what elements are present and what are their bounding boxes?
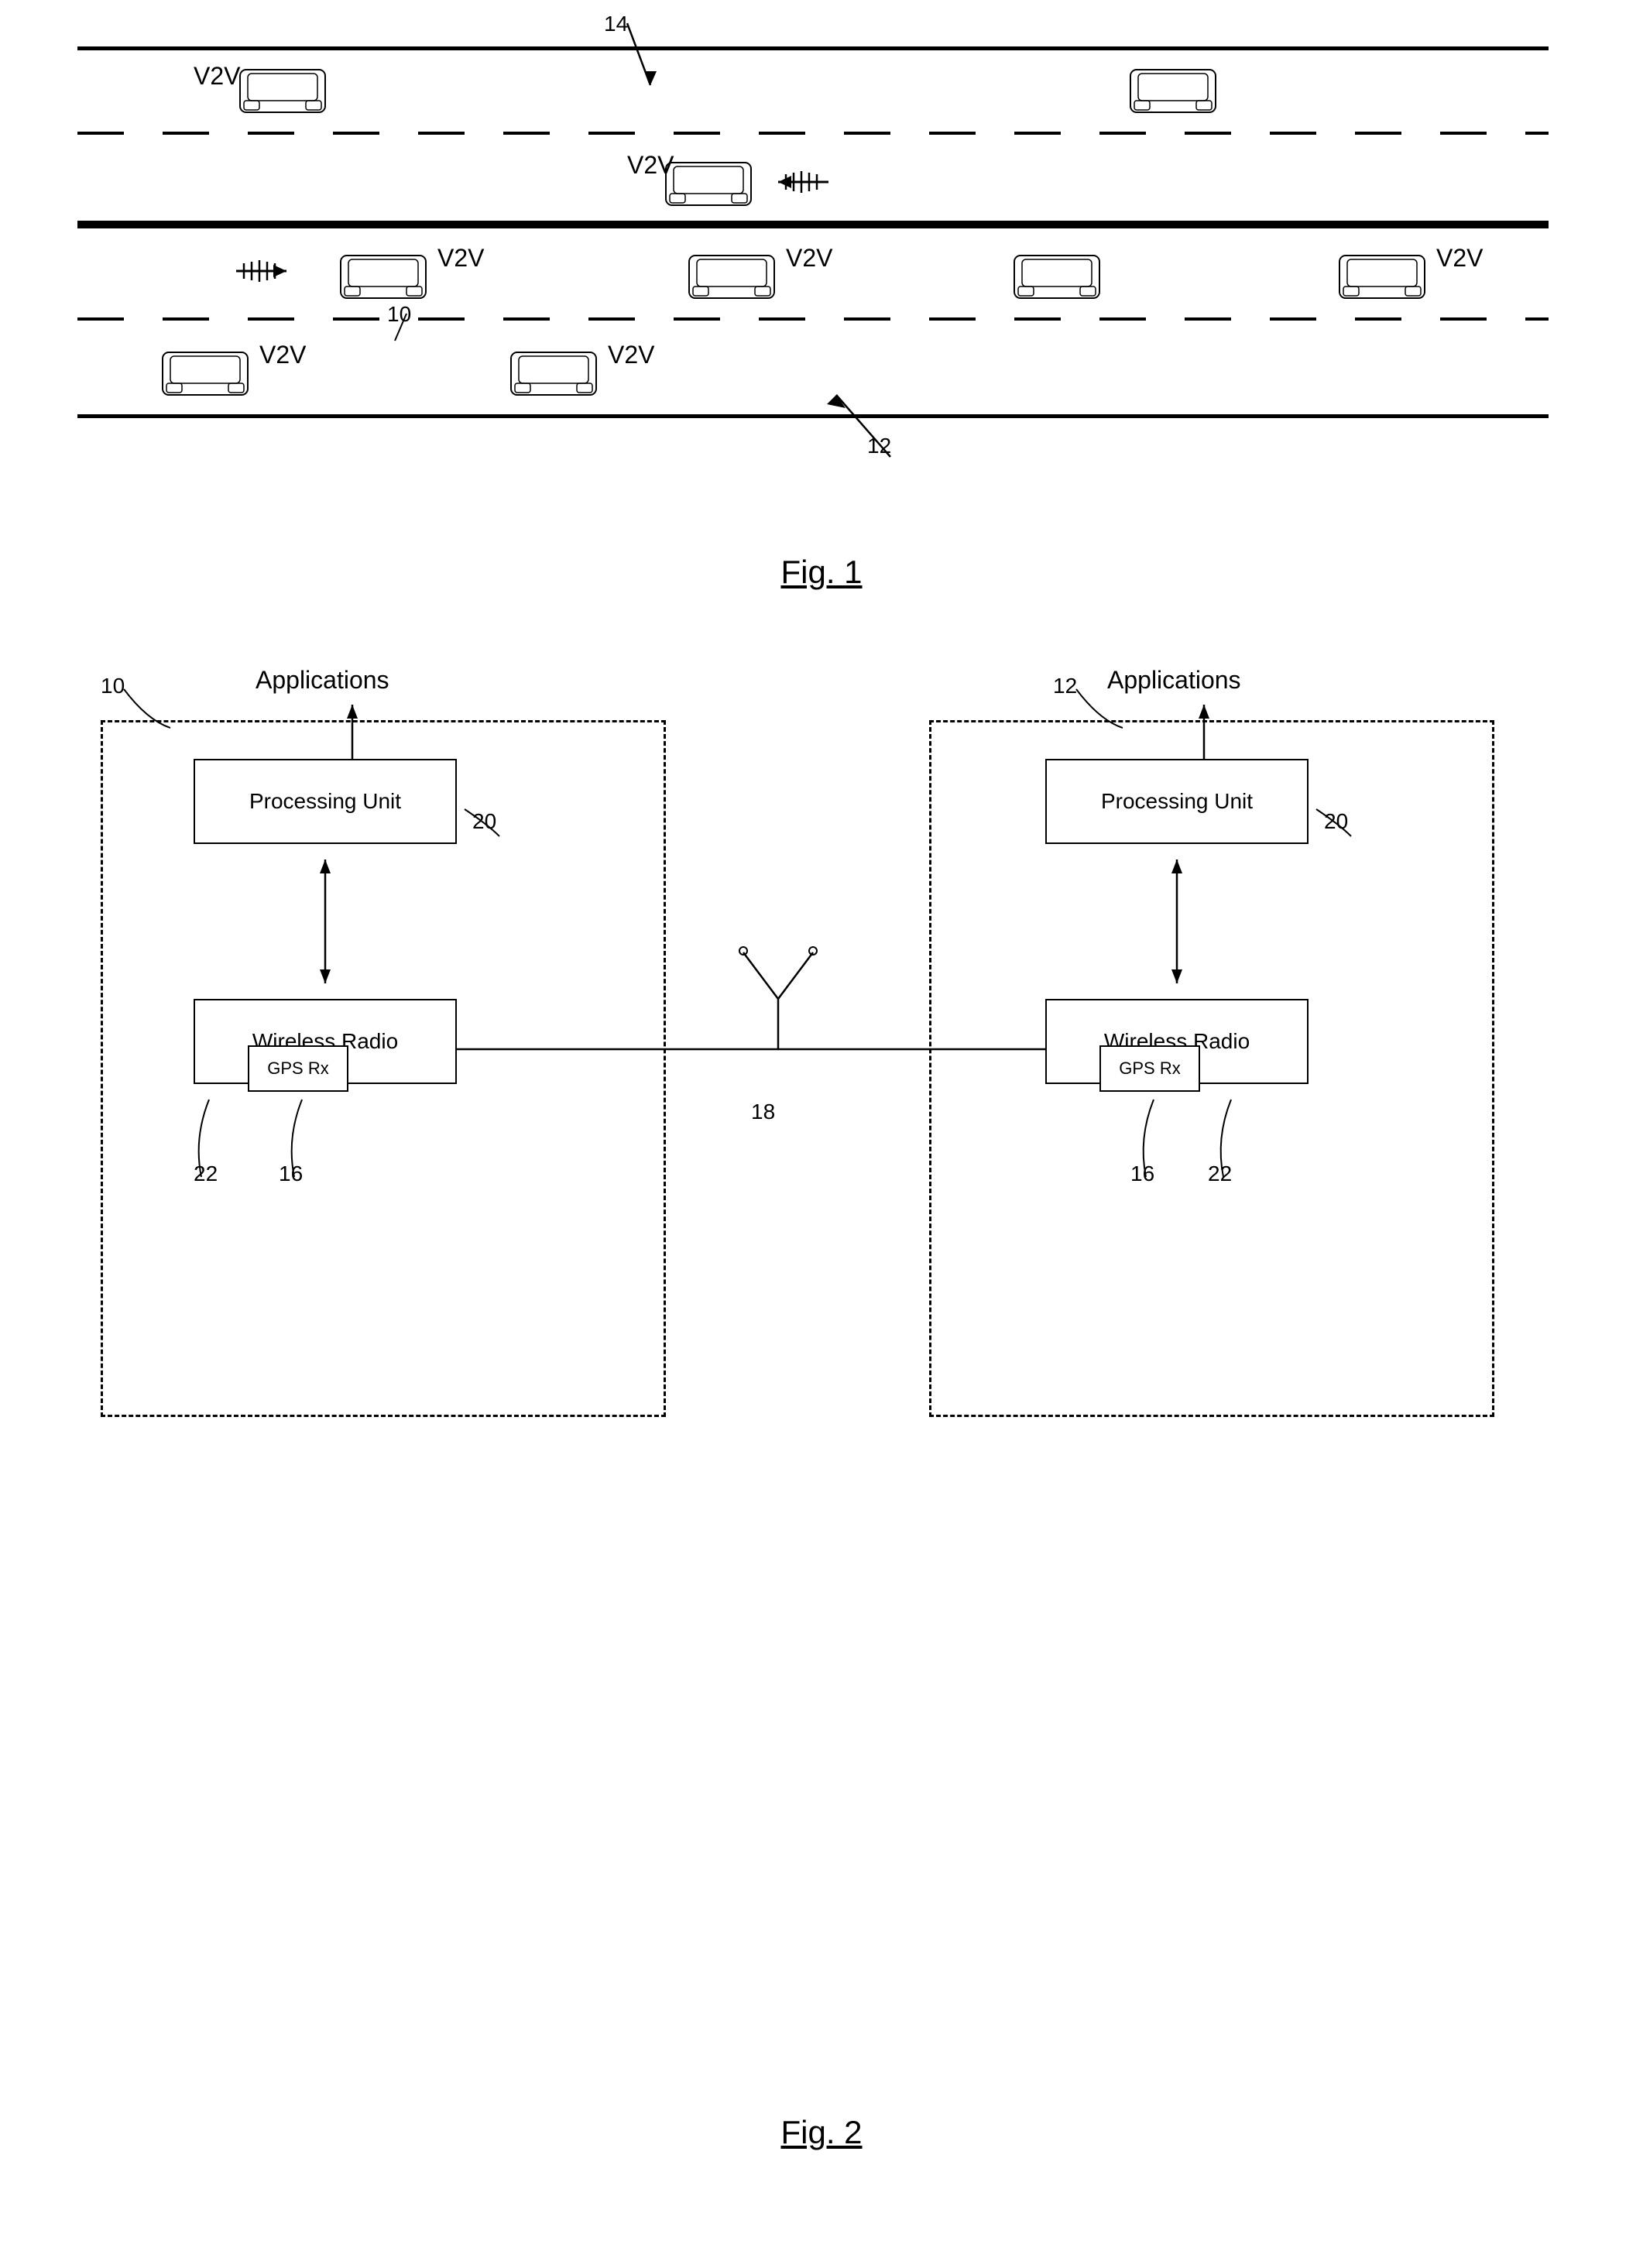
car-top-1 [232,58,333,120]
arrow-up-left [341,697,364,759]
car-lower-1 [333,244,434,306]
road-dashed-bot [77,317,1549,321]
ref22-left-curve [178,1092,240,1185]
double-arrow-left [310,844,341,999]
car-top-2 [1123,58,1223,120]
applications-left: Applications [256,666,389,695]
road-line-mid2 [77,225,1549,228]
ref16-left-curve [271,1092,333,1185]
road-line-top [77,46,1549,50]
fig2-diagram: 10 Applications Processing Unit 20 Wirel… [77,658,1549,2052]
antenna-symbol [728,937,828,1076]
ref14-arrow [542,15,697,108]
ref-18: 18 [751,1100,775,1124]
v2v-label-bottom-2: V2V [608,341,654,369]
road-dashed-top [77,132,1549,135]
car-lower-3 [1007,244,1107,306]
v2v-label-lower-2: V2V [786,244,832,273]
v2v-label-lower-1: V2V [437,244,484,273]
fig1-diagram: 14 V2V V2V [77,46,1549,527]
arrow-up-right [1192,697,1216,759]
car-bottom-1 [155,341,256,403]
applications-right: Applications [1107,666,1241,695]
processing-unit-box-left: Processing Unit [194,759,457,844]
gps-rx-box-right: GPS Rx [1099,1045,1200,1092]
v2v-label-lower-4: V2V [1436,244,1483,273]
ref20-left-curve [457,801,503,840]
v2v-label-1: V2V [194,62,240,91]
fig2-caption: Fig. 2 [0,2114,1643,2151]
fig1-caption: Fig. 1 [0,554,1643,591]
car-lower-4 [1332,244,1432,306]
gps-rx-box-left: GPS Rx [248,1045,348,1092]
ref12-arrow [774,348,929,465]
car-lower-2 [681,244,782,306]
motion-bars-left [774,166,836,197]
ref10-curve-fig2 [116,681,178,736]
ref22-right-curve [1200,1092,1262,1185]
v2v-label-mid: V2V [627,151,674,180]
v2v-label-bottom-1: V2V [259,341,306,369]
ref20-right-curve [1309,801,1355,840]
processing-unit-box-right: Processing Unit [1045,759,1309,844]
ref16-right-curve [1123,1092,1185,1185]
double-arrow-right [1161,844,1192,999]
car-bottom-2 [503,341,604,403]
ref10-arrow [364,306,426,345]
page: 14 V2V V2V [0,0,1643,2268]
motion-bars-right [232,256,294,287]
